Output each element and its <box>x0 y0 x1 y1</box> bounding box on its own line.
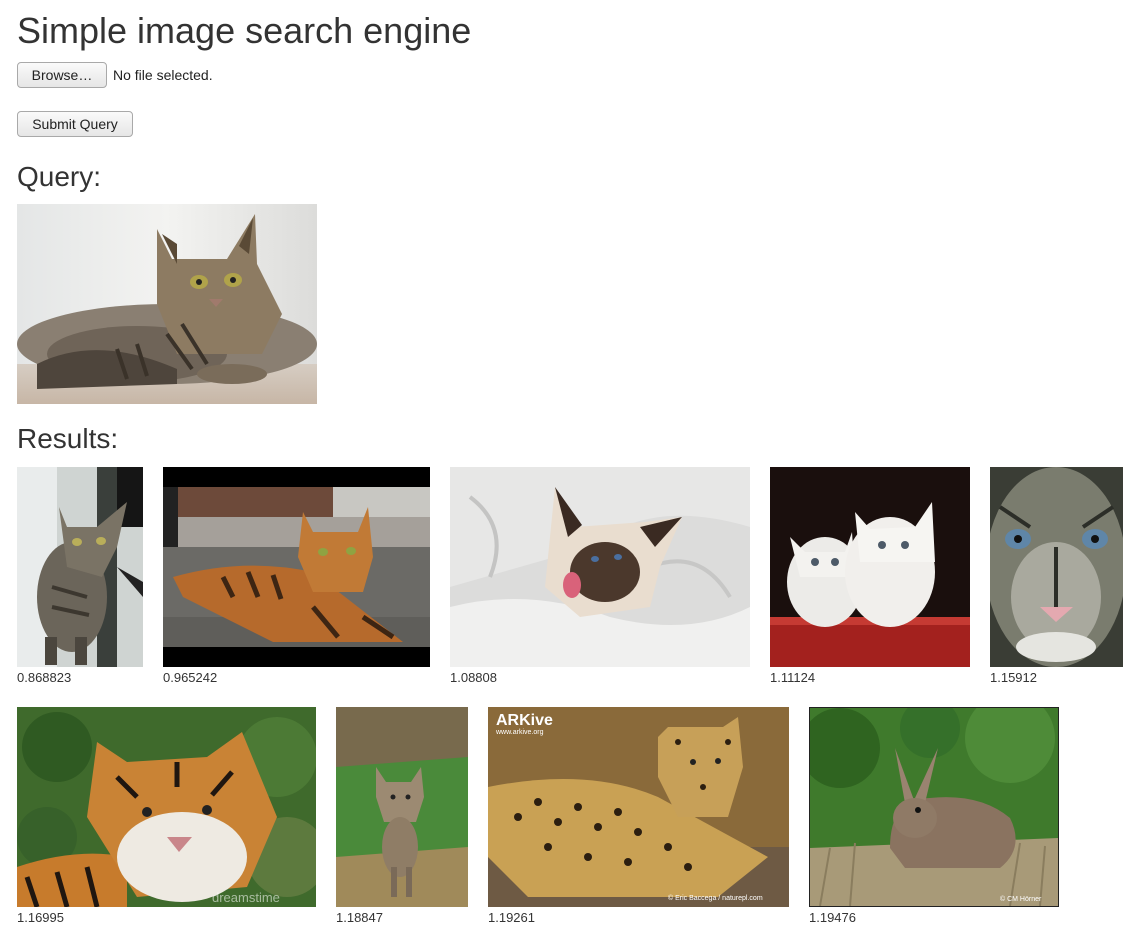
result-image[interactable] <box>336 707 468 907</box>
result-score: 1.11124 <box>770 670 816 685</box>
query-image <box>17 204 317 404</box>
browse-button[interactable]: Browse… <box>17 62 107 88</box>
submit-query-button[interactable]: Submit Query <box>17 111 133 137</box>
watermark-text: ARKive <box>496 712 553 729</box>
result-score: 1.15912 <box>990 670 1037 685</box>
result-image[interactable]: © CM Hörner <box>809 707 1059 907</box>
result-image[interactable] <box>990 467 1123 667</box>
photo-credit: © CM Hörner <box>1000 895 1042 903</box>
result-image[interactable] <box>770 467 970 667</box>
result-image[interactable] <box>17 467 143 667</box>
result-score: 1.19261 <box>488 910 535 925</box>
result-score: 1.16995 <box>17 910 64 925</box>
file-status-text: No file selected. <box>113 67 213 83</box>
result-score: 1.18847 <box>336 910 383 925</box>
page-title: Simple image search engine <box>17 10 472 51</box>
result-score: 0.868823 <box>17 670 72 685</box>
watermark-text: dreamstime <box>212 890 280 905</box>
result-image[interactable] <box>163 467 430 667</box>
result-score: 1.19476 <box>809 910 856 925</box>
result-score: 0.965242 <box>163 670 218 685</box>
result-image[interactable] <box>450 467 750 667</box>
query-heading: Query: <box>17 161 102 192</box>
results-heading: Results: <box>17 423 119 454</box>
result-image[interactable]: dreamstime <box>17 707 316 907</box>
result-score: 1.08808 <box>450 670 497 685</box>
watermark-url: www.arkive.org <box>495 729 544 736</box>
result-image[interactable]: ARKive www.arkive.org © Eric Baccega / n… <box>488 707 789 907</box>
photo-credit: © Eric Baccega / naturepl.com <box>668 894 763 902</box>
